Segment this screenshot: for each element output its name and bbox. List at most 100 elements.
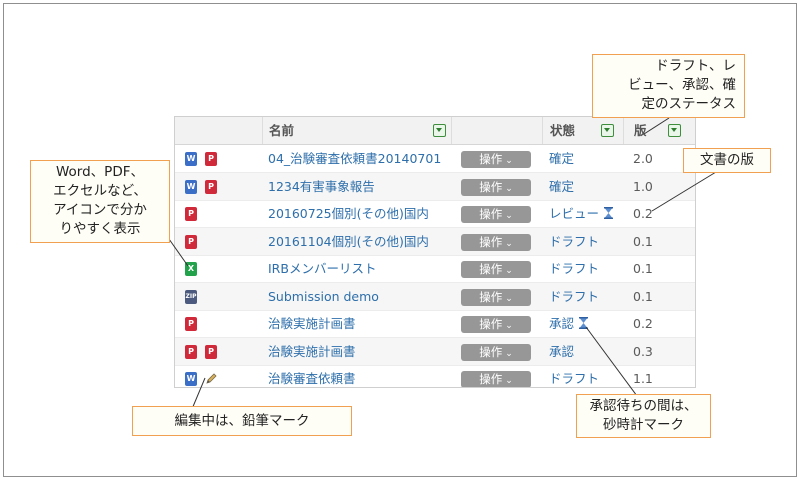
- version-cell: 1.0: [633, 178, 653, 194]
- callout-version-line1: 文書の版: [700, 152, 754, 168]
- document-name-link[interactable]: 治験実施計画書: [262, 338, 456, 365]
- header-state-label: 状態: [550, 123, 576, 138]
- operation-button-label: 操作: [479, 317, 503, 331]
- pdf-icon[interactable]: P: [185, 344, 197, 359]
- table-row[interactable]: X IRBメンバーリスト 操作 ⌄ ドラフト 0.1: [175, 255, 695, 283]
- pdf-icon[interactable]: P: [185, 207, 197, 221]
- operation-button[interactable]: 操作 ⌄: [461, 151, 531, 168]
- operation-button[interactable]: 操作 ⌄: [461, 343, 531, 361]
- table-row[interactable]: P 20161104個別(その他)国内 操作 ⌄ ドラフト 0.1: [175, 227, 695, 256]
- chevron-down-icon: ⌄: [505, 211, 513, 221]
- operation-cell: 操作 ⌄: [451, 173, 541, 200]
- table-row[interactable]: W P 1234有害事象報告 操作 ⌄ 確定 1.0: [175, 172, 695, 201]
- sort-version-icon[interactable]: [668, 124, 681, 137]
- callout-icons-line2: エクセルなど、: [53, 183, 147, 199]
- document-name-link[interactable]: IRBメンバーリスト: [262, 255, 456, 282]
- version-cell: 0.2: [633, 206, 653, 221]
- pdf-icon[interactable]: P: [205, 152, 217, 166]
- excel-icon[interactable]: X: [185, 262, 197, 276]
- operation-cell: 操作 ⌄: [451, 310, 541, 337]
- document-table: 名前 状態 版 W P 04_治験審査依頼書20140701 操作 ⌄ 確定 2.0 W P 12…: [174, 116, 696, 388]
- header-version[interactable]: 版: [623, 117, 695, 144]
- callout-pencil-line1: 編集中は、鉛筆マーク: [174, 413, 310, 429]
- document-name-link[interactable]: 治験審査依頼書: [262, 365, 456, 387]
- header-name[interactable]: 名前: [262, 117, 457, 144]
- operation-button[interactable]: 操作 ⌄: [461, 206, 531, 223]
- status-label: 確定: [549, 178, 575, 194]
- operation-button-label: 操作: [479, 207, 503, 221]
- chevron-down-icon: ⌄: [505, 183, 513, 194]
- callout-status-line3: 定のステータス: [641, 96, 737, 112]
- status-cell: 承認: [542, 310, 629, 337]
- operation-cell: 操作 ⌄: [451, 338, 541, 365]
- status-label: ドラフト: [549, 261, 600, 276]
- status-cell: ドラフト: [542, 365, 629, 387]
- operation-button[interactable]: 操作 ⌄: [461, 371, 531, 387]
- chevron-down-icon: ⌄: [505, 293, 513, 304]
- file-icons: P: [175, 200, 261, 227]
- status-cell: 承認: [542, 338, 629, 365]
- table-row[interactable]: P P 治験実施計画書 操作 ⌄ 承認 0.3: [175, 337, 695, 366]
- table-row[interactable]: W 治験審査依頼書 操作 ⌄ ドラフト 1.1: [175, 365, 695, 387]
- chevron-down-icon: ⌄: [505, 266, 513, 276]
- file-icons: W: [175, 365, 261, 387]
- file-icons: X: [175, 255, 261, 282]
- version-cell: 1.1: [633, 371, 653, 386]
- table-row[interactable]: P 治験実施計画書 操作 ⌄ 承認 0.2: [175, 310, 695, 338]
- chevron-down-icon: ⌄: [505, 238, 513, 249]
- table-row[interactable]: W P 04_治験審査依頼書20140701 操作 ⌄ 確定 2.0: [175, 145, 695, 173]
- pdf-icon[interactable]: P: [205, 344, 217, 359]
- status-label: 承認: [549, 343, 575, 359]
- status-label: ドラフト: [549, 371, 600, 386]
- chevron-down-icon: ⌄: [505, 376, 513, 386]
- word-icon[interactable]: W: [185, 152, 197, 166]
- operation-cell: 操作 ⌄: [451, 145, 541, 172]
- file-icons: WP: [175, 173, 261, 200]
- operation-button[interactable]: 操作 ⌄: [461, 233, 531, 251]
- document-name-link[interactable]: 1234有害事象報告: [262, 173, 456, 200]
- callout-status-line1: ドラフト、レ: [655, 58, 736, 74]
- header-op-col: [451, 117, 542, 144]
- sort-state-icon[interactable]: [601, 124, 614, 137]
- status-cell: レビュー: [542, 200, 629, 227]
- document-name-link[interactable]: Submission demo: [262, 283, 456, 310]
- pencil-icon: [206, 373, 217, 384]
- zip-icon[interactable]: ZIP: [185, 289, 197, 304]
- word-icon[interactable]: W: [185, 179, 197, 194]
- operation-cell: 操作 ⌄: [451, 365, 541, 387]
- callout-hourglass: 承認待ちの間は、 砂時計マーク: [576, 394, 711, 438]
- version-cell: 0.3: [633, 343, 653, 359]
- operation-button[interactable]: 操作 ⌄: [461, 288, 531, 306]
- pdf-icon[interactable]: P: [205, 179, 217, 194]
- header-state[interactable]: 状態: [542, 117, 630, 144]
- table-row[interactable]: ZIP Submission demo 操作 ⌄ ドラフト 0.1: [175, 282, 695, 311]
- operation-button-label: 操作: [479, 234, 503, 249]
- table-header: 名前 状態 版: [175, 117, 695, 145]
- pdf-icon[interactable]: P: [185, 234, 197, 249]
- callout-version: 文書の版: [683, 148, 771, 173]
- document-name-link[interactable]: 治験実施計画書: [262, 310, 456, 337]
- status-label: ドラフト: [549, 233, 600, 249]
- status-cell: ドラフト: [542, 228, 629, 255]
- callout-hourglass-line1: 承認待ちの間は、: [589, 398, 698, 414]
- document-name-link[interactable]: 04_治験審査依頼書20140701: [262, 145, 456, 172]
- word-icon[interactable]: W: [185, 372, 197, 386]
- pdf-icon[interactable]: P: [185, 317, 197, 331]
- sort-name-icon[interactable]: [433, 124, 446, 137]
- operation-button[interactable]: 操作 ⌄: [461, 178, 531, 196]
- status-cell: ドラフト: [542, 283, 629, 310]
- version-cell: 0.2: [633, 316, 653, 331]
- document-name-link[interactable]: 20160725個別(その他)国内: [262, 200, 456, 227]
- table-row[interactable]: P 20160725個別(その他)国内 操作 ⌄ レビュー 0.2: [175, 200, 695, 228]
- operation-button[interactable]: 操作 ⌄: [461, 316, 531, 333]
- callout-status: ドラフト、レ ビュー、承認、確 定のステータス: [592, 54, 745, 118]
- hourglass-icon: [579, 317, 589, 329]
- header-name-label: 名前: [269, 123, 295, 138]
- operation-cell: 操作 ⌄: [451, 228, 541, 255]
- file-icons: P: [175, 310, 261, 337]
- document-name-link[interactable]: 20161104個別(その他)国内: [262, 228, 456, 255]
- operation-button[interactable]: 操作 ⌄: [461, 261, 531, 278]
- operation-button-label: 操作: [479, 344, 503, 359]
- version-cell: 0.1: [633, 261, 653, 276]
- callout-icons-line1: Word、PDF、: [55, 164, 144, 180]
